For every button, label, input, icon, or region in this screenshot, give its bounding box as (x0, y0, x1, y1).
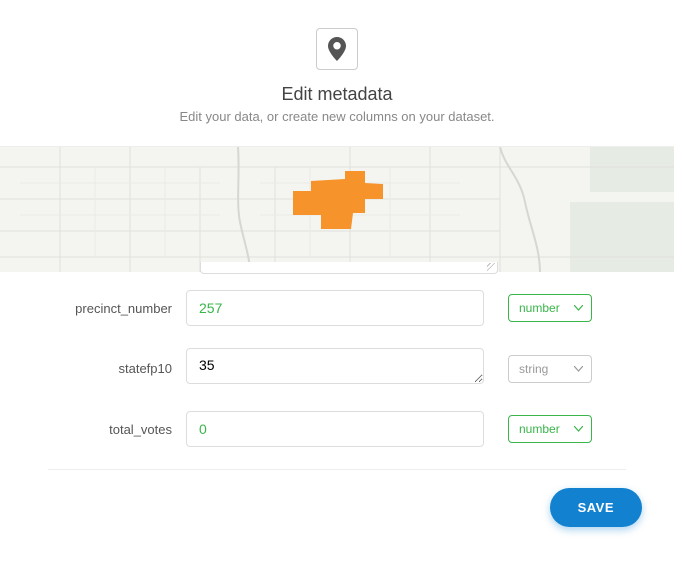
type-select-total_votes[interactable]: number (508, 415, 592, 443)
field-input-statefp10[interactable]: 35 (186, 348, 484, 384)
field-label: statefp10 (24, 361, 186, 376)
modal-subtitle: Edit your data, or create new columns on… (0, 109, 674, 124)
modal-footer: SAVE (0, 470, 674, 527)
map-preview (0, 146, 674, 272)
field-row-precinct_number: precinct_number number (24, 290, 650, 326)
modal-title: Edit metadata (0, 84, 674, 105)
type-select-precinct_number[interactable]: number (508, 294, 592, 322)
map-pin-icon (316, 28, 358, 70)
save-button[interactable]: SAVE (550, 488, 642, 527)
metadata-form: precinct_numbernumberstatefp1035stringto… (0, 262, 674, 470)
chevron-down-icon (574, 426, 583, 432)
type-select-value: number (519, 422, 560, 436)
type-select-value: string (519, 362, 548, 376)
field-label: total_votes (24, 422, 186, 437)
field-row-total_votes: total_votes number (24, 411, 650, 447)
type-select-statefp10[interactable]: string (508, 355, 592, 383)
field-input-total_votes[interactable] (186, 411, 484, 447)
field-row-statefp10: statefp1035 string (24, 348, 650, 389)
chevron-down-icon (574, 305, 583, 311)
field-label: precinct_number (24, 301, 186, 316)
type-select-value: number (519, 301, 560, 315)
field-input-precinct_number[interactable] (186, 290, 484, 326)
modal-header: Edit metadata Edit your data, or create … (0, 0, 674, 142)
chevron-down-icon (574, 366, 583, 372)
precinct-polygon (293, 171, 383, 241)
truncated-field-bottom (200, 262, 450, 274)
